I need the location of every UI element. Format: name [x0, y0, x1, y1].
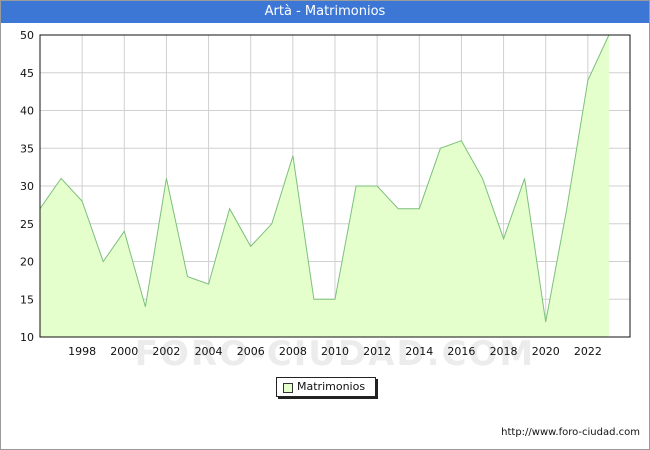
x-tick-label: 2006 [237, 345, 265, 358]
x-tick-label: 2004 [195, 345, 223, 358]
y-tick-label: 25 [20, 218, 34, 231]
y-tick-label: 15 [20, 293, 34, 306]
y-tick-label: 10 [20, 331, 34, 344]
y-tick-label: 35 [20, 142, 34, 155]
x-tick-label: 2002 [152, 345, 180, 358]
x-tick-label: 2016 [447, 345, 475, 358]
x-tick-label: 2020 [532, 345, 560, 358]
x-tick-label: 2000 [110, 345, 138, 358]
y-tick-label: 50 [20, 29, 34, 42]
y-tick-label: 20 [20, 256, 34, 269]
x-tick-label: 2022 [574, 345, 602, 358]
x-tick-label: 1998 [68, 345, 96, 358]
x-tick-label: 2012 [363, 345, 391, 358]
source-url: http://www.foro-ciudad.com [501, 427, 640, 438]
legend-swatch [283, 383, 293, 393]
legend-label: Matrimonios [297, 380, 366, 393]
legend: Matrimonios [276, 377, 376, 397]
y-tick-label: 30 [20, 180, 34, 193]
y-tick-label: 40 [20, 105, 34, 118]
x-tick-label: 2008 [279, 345, 307, 358]
x-tick-label: 2010 [321, 345, 349, 358]
y-tick-label: 45 [20, 67, 34, 80]
x-tick-label: 2018 [490, 345, 518, 358]
x-tick-label: 2014 [405, 345, 433, 358]
